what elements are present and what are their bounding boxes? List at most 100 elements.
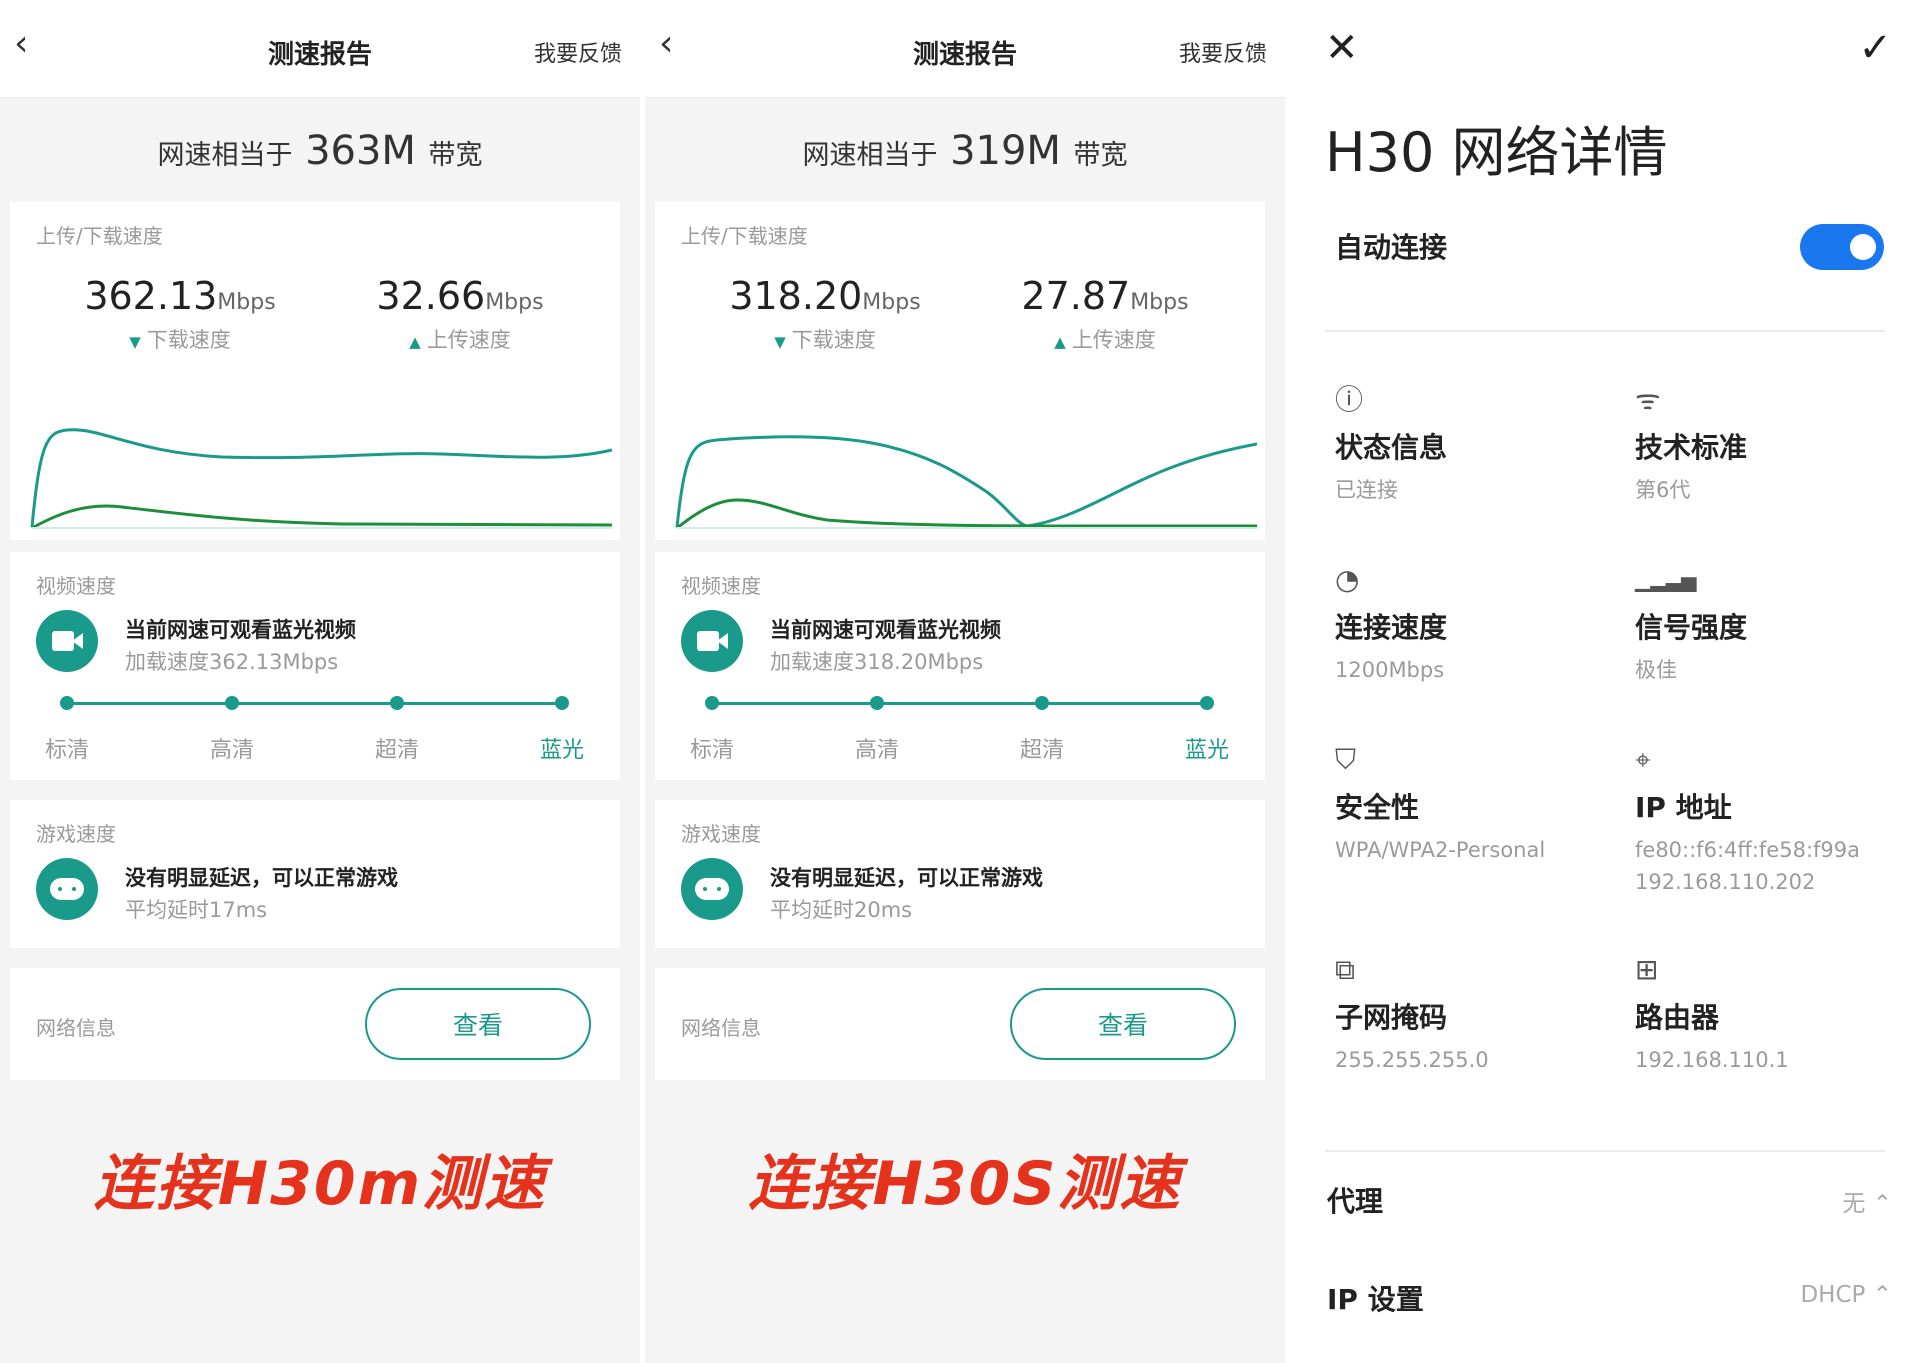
summary-value: 363M	[305, 128, 416, 174]
quality-track	[64, 702, 564, 705]
upload-unit: Mbps	[485, 290, 544, 315]
download-caption: 下载速度	[791, 328, 876, 352]
quality-label-uhd: 超清	[1019, 738, 1064, 763]
video-camera-icon	[681, 610, 743, 672]
game-card: 游戏速度 没有明显延迟，可以正常游戏 平均延时20ms	[655, 800, 1265, 948]
video-card: 视频速度 当前网速可观看蓝光视频 加载速度318.20Mbps 标清 高清 超清…	[655, 552, 1265, 780]
security-item: ⛉ 安全性 WPA/WPA2-Personal	[1335, 740, 1595, 866]
item-title: 路由器	[1635, 1001, 1720, 1034]
quality-dot	[555, 696, 569, 710]
video-title: 当前网速可观看蓝光视频	[770, 618, 1001, 642]
location-pin-icon: ⌖	[1635, 743, 1651, 776]
auto-connect-toggle[interactable]	[1800, 224, 1884, 270]
confirm-icon[interactable]: ✓	[1858, 28, 1892, 68]
upload-speed: 27.87Mbps ▲ 上传速度	[975, 274, 1235, 354]
quality-dot	[225, 696, 239, 710]
video-sub: 加载速度318.20Mbps	[770, 650, 984, 674]
link-speed-item: ◔ 连接速度 1200Mbps	[1335, 560, 1595, 686]
view-button[interactable]: 查看	[1010, 988, 1236, 1060]
item-value: fe80::f6:4ff:fe58:f99a	[1635, 838, 1861, 862]
divider	[1325, 1150, 1885, 1152]
item-value: 1200Mbps	[1335, 658, 1445, 682]
upload-unit: Mbps	[1130, 290, 1189, 315]
item-value: 已连接	[1335, 478, 1398, 502]
upload-curve	[676, 498, 1257, 530]
quality-dot	[1200, 696, 1214, 710]
upload-arrow-icon: ▲	[1054, 333, 1066, 351]
upload-speed: 32.66Mbps ▲ 上传速度	[330, 274, 590, 354]
network-label: 网络信息	[681, 1016, 761, 1040]
gamepad-icon	[681, 858, 743, 920]
speedometer-icon: ◔	[1335, 563, 1360, 596]
router-icon: ⊞	[1635, 953, 1659, 986]
item-title: 状态信息	[1335, 431, 1448, 464]
item-value: 192.168.110.202	[1635, 870, 1816, 894]
signal-bars-icon: ▁▂▃▅	[1635, 568, 1697, 592]
game-sub: 平均延时20ms	[770, 898, 913, 922]
item-value: 第6代	[1635, 478, 1691, 502]
video-camera-icon	[36, 610, 98, 672]
quality-dot	[705, 696, 719, 710]
download-arrow-icon: ▼	[129, 333, 141, 351]
download-value: 362.13	[84, 274, 218, 318]
quality-label-bluray: 蓝光	[1184, 738, 1229, 763]
video-title: 当前网速可观看蓝光视频	[125, 618, 356, 642]
summary-prefix: 网速相当于	[157, 140, 293, 171]
summary-suffix: 带宽	[1073, 140, 1128, 171]
speed-chart	[30, 428, 612, 530]
close-icon[interactable]: ✕	[1325, 28, 1359, 68]
download-unit: Mbps	[862, 290, 921, 315]
bandwidth-summary: 网速相当于 319M 带宽	[645, 128, 1285, 174]
summary-suffix: 带宽	[428, 140, 483, 171]
speed-report-panel-2: ‹ 测速报告 我要反馈 网速相当于 319M 带宽 上传/下载速度 318.20…	[645, 0, 1285, 1363]
quality-label-sd: 标清	[44, 738, 89, 763]
quality-label-uhd: 超清	[374, 738, 419, 763]
subnet-mask-item: ⧉ 子网掩码 255.255.255.0	[1335, 950, 1595, 1076]
item-title: IP 地址	[1635, 791, 1732, 824]
game-title: 没有明显延迟，可以正常游戏	[770, 866, 1043, 890]
summary-value: 319M	[950, 128, 1061, 174]
speed-card: 上传/下载速度 362.13Mbps ▼ 下载速度 32.66Mbps ▲ 上传速度	[10, 202, 620, 540]
feedback-link[interactable]: 我要反馈	[534, 36, 622, 68]
network-details-panel: ✕ ✓ H30 网络详情 自动连接 ⓘ 状态信息 已连接 ᯤ 技术标准 第6代 …	[1287, 0, 1920, 1363]
header-bar: ‹ 测速报告 我要反馈	[0, 0, 640, 98]
item-title: 连接速度	[1335, 611, 1448, 644]
network-card: 网络信息 查看	[655, 968, 1265, 1080]
video-card-label: 视频速度	[681, 574, 761, 598]
info-icon: ⓘ	[1335, 383, 1364, 416]
item-value: WPA/WPA2-Personal	[1335, 838, 1546, 862]
quality-track	[709, 702, 1209, 705]
quality-dot	[870, 696, 884, 710]
ip-setting-label[interactable]: IP 设置	[1327, 1278, 1424, 1318]
quality-label-sd: 标清	[689, 738, 734, 763]
download-speed: 362.13Mbps ▼ 下载速度	[50, 274, 310, 354]
quality-dot	[1035, 696, 1049, 710]
feedback-link[interactable]: 我要反馈	[1179, 36, 1267, 68]
proxy-label[interactable]: 代理	[1327, 1180, 1383, 1220]
upload-value: 27.87	[1021, 274, 1131, 318]
item-value: 192.168.110.1	[1635, 1048, 1789, 1072]
game-sub: 平均延时17ms	[125, 898, 268, 922]
quality-dot	[60, 696, 74, 710]
speed-report-panel-1: ‹ 测速报告 我要反馈 网速相当于 363M 带宽 上传/下载速度 362.13…	[0, 0, 640, 1363]
game-card: 游戏速度 没有明显延迟，可以正常游戏 平均延时17ms	[10, 800, 620, 948]
quality-label-hd: 高清	[209, 738, 254, 763]
quality-label-bluray: 蓝光	[539, 738, 584, 763]
ip-setting-value[interactable]: DHCP ⌃	[1800, 1282, 1892, 1308]
video-card-label: 视频速度	[36, 574, 116, 598]
download-curve	[675, 435, 1257, 528]
network-card: 网络信息 查看	[10, 968, 620, 1080]
video-card: 视频速度 当前网速可观看蓝光视频 加载速度362.13Mbps 标清 高清 超清…	[10, 552, 620, 780]
item-title: 技术标准	[1635, 431, 1748, 464]
proxy-value[interactable]: 无 ⌃	[1842, 1184, 1892, 1218]
upload-curve	[31, 504, 612, 530]
item-value: 255.255.255.0	[1335, 1048, 1489, 1072]
video-sub: 加载速度362.13Mbps	[125, 650, 339, 674]
upload-arrow-icon: ▲	[409, 333, 421, 351]
details-title: H30 网络详情	[1325, 121, 1668, 184]
upload-caption: 上传速度	[426, 328, 511, 352]
network-label: 网络信息	[36, 1016, 116, 1040]
view-button[interactable]: 查看	[365, 988, 591, 1060]
auto-connect-label: 自动连接	[1335, 231, 1448, 264]
download-arrow-icon: ▼	[774, 333, 786, 351]
